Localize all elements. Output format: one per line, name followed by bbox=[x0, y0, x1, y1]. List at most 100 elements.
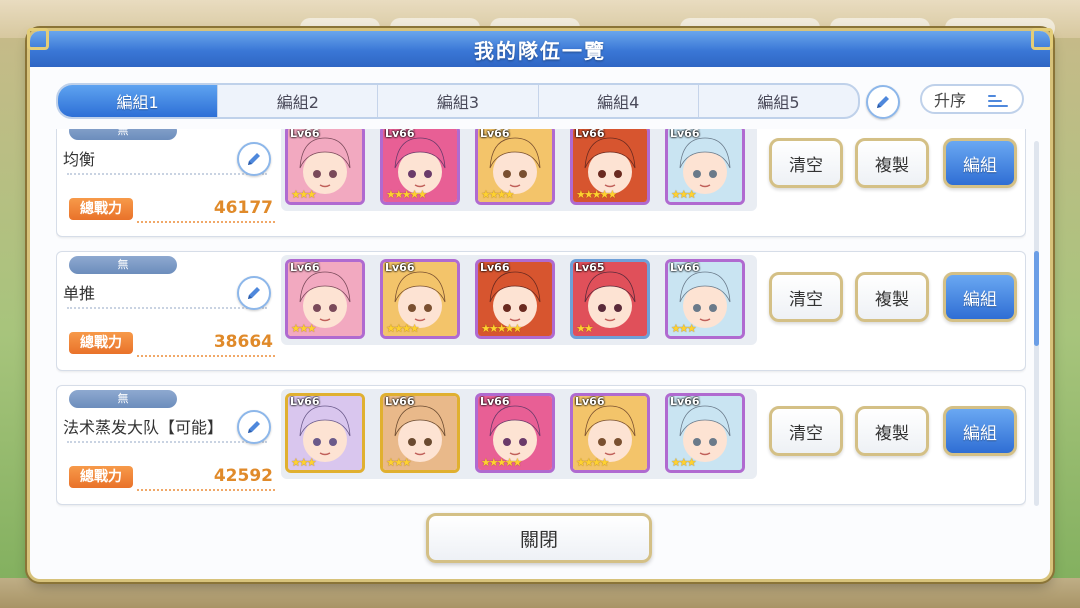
rename-team-button[interactable] bbox=[237, 410, 271, 444]
level-label: Lv66 bbox=[670, 129, 700, 140]
total-power-value: 46177 bbox=[213, 198, 273, 218]
team-name: 单推 bbox=[63, 284, 96, 303]
close-button-label: 關閉 bbox=[519, 528, 558, 551]
rename-group-button[interactable] bbox=[866, 85, 900, 119]
total-power-label: 總戰力 bbox=[69, 466, 133, 488]
character-card[interactable]: Lv66 ★★★ bbox=[285, 259, 365, 339]
character-card[interactable]: Lv66 ★★★ bbox=[665, 259, 745, 339]
level-label: Lv66 bbox=[290, 395, 320, 408]
edit-team-button[interactable]: 編組 bbox=[943, 272, 1017, 322]
character-card[interactable]: Lv66 ★★★ bbox=[665, 129, 745, 205]
scrollbar-thumb[interactable] bbox=[1034, 251, 1039, 346]
background-bottom-nav bbox=[0, 578, 1080, 608]
dialog-title: 我的隊伍一覽 bbox=[474, 38, 606, 63]
star-rating: ★★★ bbox=[671, 322, 697, 335]
star-rating: ★★★ bbox=[671, 188, 697, 201]
corner-ornament bbox=[27, 28, 49, 50]
dialog-header: 我的隊伍一覽 bbox=[30, 31, 1050, 67]
sort-order-button[interactable]: 升序 bbox=[920, 84, 1024, 114]
level-label: Lv66 bbox=[480, 261, 510, 274]
star-rating: ★★★★★ bbox=[576, 188, 617, 201]
star-rating: ★★★ bbox=[386, 456, 412, 469]
tab-group-5[interactable]: 編組5 bbox=[699, 85, 858, 117]
name-underline bbox=[67, 307, 267, 309]
star-rating: ★★★★ bbox=[386, 322, 419, 335]
team-row: 無单推 總戰力 38664 Lv66 ★★★ Lv66 ★★★★ Lv66 ★★★★★ Lv65 ★… bbox=[56, 251, 1026, 371]
level-label: Lv66 bbox=[290, 261, 320, 274]
star-rating: ★★★ bbox=[291, 188, 317, 201]
total-power-label: 總戰力 bbox=[69, 332, 133, 354]
team-row: 無均衡 總戰力 46177 Lv66 ★★★ Lv66 ★★★★★ Lv66 ★★★★ Lv66 ★… bbox=[56, 129, 1026, 237]
tab-group-3[interactable]: 編組3 bbox=[378, 85, 539, 117]
level-label: Lv66 bbox=[385, 261, 415, 274]
edit-team-button[interactable]: 編組 bbox=[943, 138, 1017, 188]
level-label: Lv66 bbox=[480, 129, 510, 140]
tab-group-1[interactable]: 編組1 bbox=[58, 85, 219, 117]
level-label: Lv65 bbox=[575, 261, 605, 274]
pencil-icon bbox=[248, 287, 260, 299]
pencil-icon bbox=[248, 421, 260, 433]
star-rating: ★★★★★ bbox=[386, 188, 427, 201]
power-underline bbox=[137, 221, 275, 223]
character-card[interactable]: Lv66 ★★★★ bbox=[380, 259, 460, 339]
sort-lines-icon bbox=[988, 95, 1008, 107]
character-card[interactable]: Lv66 ★★★★★ bbox=[475, 393, 555, 473]
tab-group-4[interactable]: 編組4 bbox=[539, 85, 699, 117]
character-card[interactable]: Lv66 ★★★★★ bbox=[475, 259, 555, 339]
edit-team-button[interactable]: 編組 bbox=[943, 406, 1017, 456]
star-rating: ★★★★★ bbox=[481, 456, 522, 469]
close-button[interactable]: 關閉 bbox=[426, 513, 652, 563]
level-label: Lv66 bbox=[385, 129, 415, 140]
rename-team-button[interactable] bbox=[237, 142, 271, 176]
character-card[interactable]: Lv66 ★★★★ bbox=[475, 129, 555, 205]
level-label: Lv66 bbox=[575, 395, 605, 408]
star-rating: ★★★★ bbox=[481, 188, 514, 201]
star-rating: ★★★★ bbox=[576, 456, 609, 469]
level-label: Lv66 bbox=[575, 129, 605, 140]
star-rating: ★★ bbox=[576, 322, 594, 335]
member-strip: Lv66 ★★★ Lv66 ★★★★★ Lv66 ★★★★ Lv66 ★★★★★ Lv66 ★★★ bbox=[281, 129, 757, 211]
copy-button[interactable]: 複製 bbox=[855, 406, 929, 456]
total-power-value: 38664 bbox=[213, 332, 273, 352]
team-badge: 無 bbox=[69, 390, 177, 408]
team-name: 均衡 bbox=[63, 150, 96, 169]
clear-button[interactable]: 清空 bbox=[769, 272, 843, 322]
character-card[interactable]: Lv66 ★★★★★ bbox=[380, 129, 460, 205]
power-underline bbox=[137, 355, 275, 357]
clear-button[interactable]: 清空 bbox=[769, 406, 843, 456]
character-card[interactable]: Lv66 ★★★ bbox=[285, 129, 365, 205]
name-underline bbox=[67, 441, 267, 443]
character-card[interactable]: Lv65 ★★ bbox=[570, 259, 650, 339]
pencil-icon bbox=[877, 96, 889, 108]
character-card[interactable]: Lv66 ★★★★ bbox=[570, 393, 650, 473]
scrollbar[interactable] bbox=[1034, 141, 1039, 506]
character-card[interactable]: Lv66 ★★★ bbox=[665, 393, 745, 473]
pencil-icon bbox=[248, 153, 260, 165]
level-label: Lv66 bbox=[290, 129, 320, 140]
copy-button[interactable]: 複製 bbox=[855, 272, 929, 322]
team-badge: 無 bbox=[69, 129, 177, 140]
level-label: Lv66 bbox=[670, 395, 700, 408]
member-strip: Lv66 ★★★ Lv66 ★★★ Lv66 ★★★★★ Lv66 ★★★★ Lv66 ★★★ bbox=[281, 389, 757, 479]
team-name: 法术蒸发大队【可能】 bbox=[63, 418, 224, 437]
team-list-dialog: 我的隊伍一覽 編組1 編組2 編組3 編組4 編組5 升序 無均衡 總戰力 4617… bbox=[27, 28, 1053, 579]
tab-group-2[interactable]: 編組2 bbox=[218, 85, 379, 117]
team-tabs: 編組1 編組2 編組3 編組4 編組5 bbox=[56, 83, 860, 119]
level-label: Lv66 bbox=[670, 261, 700, 274]
character-card[interactable]: Lv66 ★★★ bbox=[380, 393, 460, 473]
star-rating: ★★★ bbox=[291, 322, 317, 335]
star-rating: ★★★★★ bbox=[481, 322, 522, 335]
name-underline bbox=[67, 173, 267, 175]
power-underline bbox=[137, 489, 275, 491]
member-strip: Lv66 ★★★ Lv66 ★★★★ Lv66 ★★★★★ Lv65 ★★ Lv66 ★★★ bbox=[281, 255, 757, 345]
sort-label: 升序 bbox=[934, 91, 967, 110]
character-card[interactable]: Lv66 ★★★ bbox=[285, 393, 365, 473]
character-card[interactable]: Lv66 ★★★★★ bbox=[570, 129, 650, 205]
star-rating: ★★★ bbox=[671, 456, 697, 469]
corner-ornament bbox=[1031, 28, 1053, 50]
clear-button[interactable]: 清空 bbox=[769, 138, 843, 188]
rename-team-button[interactable] bbox=[237, 276, 271, 310]
team-badge: 無 bbox=[69, 256, 177, 274]
copy-button[interactable]: 複製 bbox=[855, 138, 929, 188]
team-list[interactable]: 無均衡 總戰力 46177 Lv66 ★★★ Lv66 ★★★★★ Lv66 ★★★★ Lv66 ★… bbox=[56, 129, 1026, 521]
